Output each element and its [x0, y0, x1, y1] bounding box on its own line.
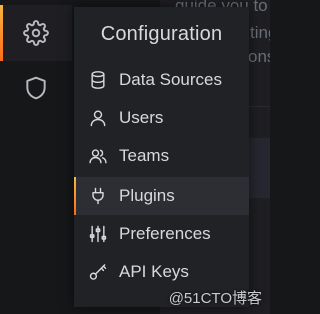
plug-icon — [88, 186, 108, 206]
background-panel — [248, 138, 270, 198]
menu-item-preferences[interactable]: Preferences — [74, 215, 249, 253]
menu-item-label: Users — [119, 108, 164, 127]
gear-icon — [23, 20, 49, 46]
menu-item-api-keys[interactable]: API Keys — [74, 253, 249, 291]
menu-item-label: Data Sources — [119, 70, 222, 89]
shield-icon — [26, 76, 46, 100]
user-icon — [88, 108, 108, 128]
menu-item-plugins[interactable]: Plugins — [74, 177, 249, 215]
menu-item-teams[interactable]: Teams — [74, 137, 249, 175]
menu-item-users[interactable]: Users — [74, 99, 249, 137]
database-icon — [88, 70, 108, 90]
background-text-line: tings — [250, 23, 270, 42]
dropdown-title[interactable]: Configuration — [74, 7, 249, 61]
sliders-icon — [88, 224, 108, 244]
app-stage: guide you to tings onst Configuration — [0, 0, 270, 314]
configuration-dropdown: Configuration Data Sources Users Teams P… — [74, 7, 249, 307]
watermark: @51CTO博客 — [168, 290, 262, 307]
background-text-line: onst — [248, 47, 270, 66]
users-icon — [88, 146, 108, 166]
key-icon — [88, 262, 108, 282]
menu-item-label: API Keys — [119, 262, 189, 281]
side-menu — [0, 0, 72, 314]
menu-item-label: Teams — [119, 146, 170, 165]
menu-item-label: Preferences — [119, 224, 211, 243]
menu-item-label: Plugins — [119, 186, 175, 205]
sidemenu-item-server-admin[interactable] — [0, 60, 72, 116]
background-divider — [248, 106, 270, 107]
menu-item-data-sources[interactable]: Data Sources — [74, 61, 249, 99]
sidemenu-item-configuration[interactable] — [0, 5, 72, 61]
